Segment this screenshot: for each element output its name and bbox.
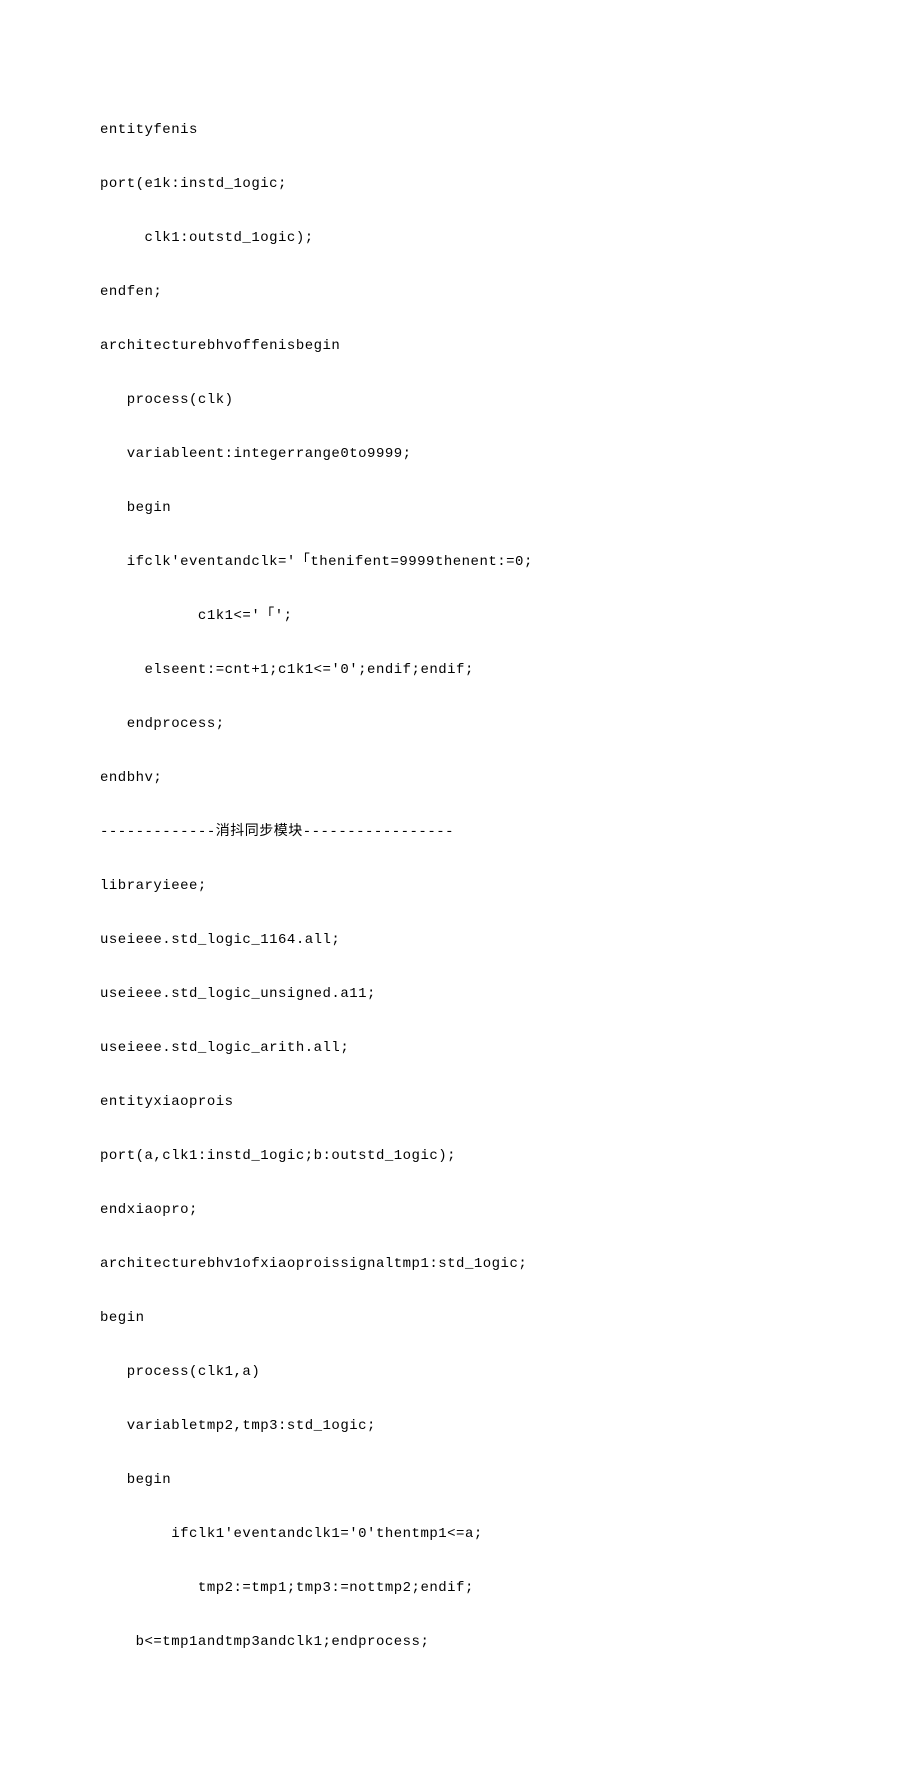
code-line: endfen; bbox=[100, 279, 820, 306]
code-line: entityxiaoprois bbox=[100, 1089, 820, 1116]
code-line: endprocess; bbox=[100, 711, 820, 738]
code-line: ifclk'eventandclk='「thenifent=9999thenen… bbox=[100, 549, 820, 576]
code-line: c1k1<='「'; bbox=[100, 603, 820, 630]
code-line: useieee.std_logic_unsigned.a11; bbox=[100, 981, 820, 1008]
code-line: architecturebhv1ofxiaoproissignaltmp1:st… bbox=[100, 1251, 820, 1278]
code-line: process(clk1,a) bbox=[100, 1359, 820, 1386]
code-line: libraryieee; bbox=[100, 873, 820, 900]
code-line: useieee.std_logic_arith.all; bbox=[100, 1035, 820, 1062]
code-line: variabletmp2,tmp3:std_1ogic; bbox=[100, 1413, 820, 1440]
code-line: entityfenis bbox=[100, 117, 820, 144]
code-line: tmp2:=tmp1;tmp3:=nottmp2;endif; bbox=[100, 1575, 820, 1602]
code-line: architecturebhvoffenisbegin bbox=[100, 333, 820, 360]
code-line: endbhv; bbox=[100, 765, 820, 792]
code-document: entityfenis port(e1k:instd_1ogic; clk1:o… bbox=[0, 0, 920, 1783]
code-line: begin bbox=[100, 495, 820, 522]
code-line: begin bbox=[100, 1305, 820, 1332]
code-line: variableent:integerrange0to9999; bbox=[100, 441, 820, 468]
code-line: process(clk) bbox=[100, 387, 820, 414]
code-line: elseent:=cnt+1;c1k1<='0';endif;endif; bbox=[100, 657, 820, 684]
code-line: port(e1k:instd_1ogic; bbox=[100, 171, 820, 198]
code-line: useieee.std_logic_1164.all; bbox=[100, 927, 820, 954]
code-line: clk1:outstd_1ogic); bbox=[100, 225, 820, 252]
code-line: begin bbox=[100, 1467, 820, 1494]
code-line: -------------消抖同步模块----------------- bbox=[100, 819, 820, 846]
code-line: ifclk1'eventandclk1='0'thentmp1<=a; bbox=[100, 1521, 820, 1548]
code-line: endxiaopro; bbox=[100, 1197, 820, 1224]
code-line: port(a,clk1:instd_1ogic;b:outstd_1ogic); bbox=[100, 1143, 820, 1170]
code-line: b<=tmp1andtmp3andclk1;endprocess; bbox=[100, 1629, 820, 1656]
